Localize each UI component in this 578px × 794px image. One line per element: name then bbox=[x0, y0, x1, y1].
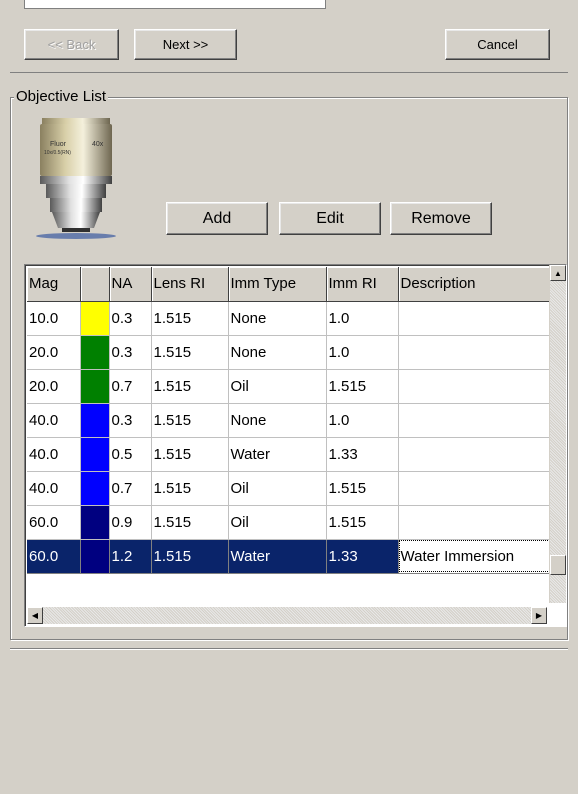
table-row[interactable]: 20.0 0.3 1.515 None 1.0 bbox=[27, 335, 554, 370]
cell-lens-ri[interactable]: 1.515 bbox=[151, 403, 229, 438]
color-swatch[interactable] bbox=[80, 471, 110, 506]
cell-lens-ri[interactable]: 1.515 bbox=[151, 335, 229, 370]
table-row[interactable]: 10.0 0.3 1.515 None 1.0 bbox=[27, 301, 554, 336]
scroll-up-icon[interactable]: ▲ bbox=[550, 265, 566, 281]
vertical-scrollbar[interactable]: ▲ bbox=[549, 265, 566, 603]
cell-description[interactable] bbox=[398, 335, 554, 370]
cell-mag[interactable]: 20.0 bbox=[27, 335, 81, 370]
objective-lens-icon: Fluor 40x 10x/0.5(RN) bbox=[36, 118, 116, 239]
table-row[interactable]: 40.0 0.5 1.515 Water 1.33 bbox=[27, 437, 554, 472]
col-header-na[interactable]: NA bbox=[109, 267, 152, 302]
cell-mag[interactable]: 60.0 bbox=[27, 539, 81, 574]
cell-mag[interactable]: 20.0 bbox=[27, 369, 81, 404]
cell-imm-ri[interactable]: 1.0 bbox=[326, 335, 399, 370]
scroll-right-icon[interactable]: ▶ bbox=[531, 607, 547, 624]
svg-text:Fluor: Fluor bbox=[50, 141, 67, 148]
horizontal-scrollbar[interactable]: ◀ ▶ bbox=[27, 607, 547, 624]
cell-imm-ri[interactable]: 1.515 bbox=[326, 369, 399, 404]
add-button[interactable]: Add bbox=[166, 202, 268, 235]
svg-text:40x: 40x bbox=[92, 141, 104, 148]
cell-lens-ri[interactable]: 1.515 bbox=[151, 539, 229, 574]
objective-table: Mag NA Lens RI Imm Type Imm RI Descripti… bbox=[27, 267, 554, 574]
col-header-color[interactable] bbox=[80, 267, 110, 302]
back-button[interactable]: << Back bbox=[24, 29, 119, 60]
cell-mag[interactable]: 40.0 bbox=[27, 437, 81, 472]
color-swatch[interactable] bbox=[80, 505, 110, 540]
cell-na[interactable]: 0.7 bbox=[109, 471, 152, 506]
cell-na[interactable]: 1.2 bbox=[109, 539, 152, 574]
cell-description[interactable]: Water Immersion bbox=[398, 539, 554, 574]
cell-mag[interactable]: 40.0 bbox=[27, 403, 81, 438]
cell-na[interactable]: 0.3 bbox=[109, 301, 152, 336]
cell-lens-ri[interactable]: 1.515 bbox=[151, 505, 229, 540]
cell-na[interactable]: 0.3 bbox=[109, 403, 152, 438]
cell-lens-ri[interactable]: 1.515 bbox=[151, 369, 229, 404]
col-header-description[interactable]: Description bbox=[398, 267, 554, 302]
cell-description[interactable] bbox=[398, 403, 554, 438]
col-header-lens-ri[interactable]: Lens RI bbox=[151, 267, 229, 302]
scroll-left-icon[interactable]: ◀ bbox=[27, 607, 43, 624]
cell-imm-ri[interactable]: 1.33 bbox=[326, 539, 399, 574]
cell-imm-type[interactable]: None bbox=[228, 335, 327, 370]
color-swatch[interactable] bbox=[80, 369, 110, 404]
table-row[interactable]: 40.0 0.3 1.515 None 1.0 bbox=[27, 403, 554, 438]
edit-button[interactable]: Edit bbox=[279, 202, 381, 235]
lower-panel bbox=[10, 648, 568, 789]
cell-na[interactable]: 0.7 bbox=[109, 369, 152, 404]
table-row[interactable]: 60.0 0.9 1.515 Oil 1.515 bbox=[27, 505, 554, 540]
cell-imm-ri[interactable]: 1.0 bbox=[326, 301, 399, 336]
top-input-field[interactable] bbox=[24, 0, 326, 9]
cell-imm-type[interactable]: Oil bbox=[228, 369, 327, 404]
cell-imm-type[interactable]: None bbox=[228, 403, 327, 438]
table-row[interactable]: 20.0 0.7 1.515 Oil 1.515 bbox=[27, 369, 554, 404]
objective-list-title: Objective List bbox=[14, 88, 109, 105]
cell-na[interactable]: 0.9 bbox=[109, 505, 152, 540]
color-swatch[interactable] bbox=[80, 301, 110, 336]
cell-imm-type[interactable]: None bbox=[228, 301, 327, 336]
cell-imm-ri[interactable]: 1.515 bbox=[326, 505, 399, 540]
cell-mag[interactable]: 40.0 bbox=[27, 471, 81, 506]
vertical-scroll-thumb[interactable] bbox=[550, 555, 566, 575]
cell-lens-ri[interactable]: 1.515 bbox=[151, 471, 229, 506]
cell-imm-type[interactable]: Water bbox=[228, 539, 327, 574]
cancel-button[interactable]: Cancel bbox=[445, 29, 550, 60]
cell-description[interactable] bbox=[398, 505, 554, 540]
svg-text:10x/0.5(RN): 10x/0.5(RN) bbox=[44, 150, 71, 156]
color-swatch[interactable] bbox=[80, 403, 110, 438]
col-header-imm-ri[interactable]: Imm RI bbox=[326, 267, 399, 302]
table-row[interactable]: 40.0 0.7 1.515 Oil 1.515 bbox=[27, 471, 554, 506]
cell-mag[interactable]: 60.0 bbox=[27, 505, 81, 540]
col-header-imm-type[interactable]: Imm Type bbox=[228, 267, 327, 302]
cell-imm-type[interactable]: Oil bbox=[228, 471, 327, 506]
remove-button[interactable]: Remove bbox=[390, 202, 492, 235]
cell-description[interactable] bbox=[398, 437, 554, 472]
next-button[interactable]: Next >> bbox=[134, 29, 237, 60]
col-header-mag[interactable]: Mag bbox=[27, 267, 81, 302]
cell-description[interactable] bbox=[398, 369, 554, 404]
cell-description[interactable] bbox=[398, 471, 554, 506]
cell-na[interactable]: 0.3 bbox=[109, 335, 152, 370]
color-swatch[interactable] bbox=[80, 539, 110, 574]
cell-lens-ri[interactable]: 1.515 bbox=[151, 437, 229, 472]
cell-description[interactable] bbox=[398, 301, 554, 336]
cell-imm-ri[interactable]: 1.0 bbox=[326, 403, 399, 438]
cell-imm-type[interactable]: Water bbox=[228, 437, 327, 472]
color-swatch[interactable] bbox=[80, 335, 110, 370]
cell-imm-type[interactable]: Oil bbox=[228, 505, 327, 540]
wizard-nav-panel: << Back Next >> Cancel bbox=[10, 14, 568, 73]
cell-imm-ri[interactable]: 1.33 bbox=[326, 437, 399, 472]
cell-mag[interactable]: 10.0 bbox=[27, 301, 81, 336]
table-row[interactable]: 60.0 1.2 1.515 Water 1.33 Water Immersion bbox=[27, 539, 554, 574]
cell-na[interactable]: 0.5 bbox=[109, 437, 152, 472]
color-swatch[interactable] bbox=[80, 437, 110, 472]
cell-lens-ri[interactable]: 1.515 bbox=[151, 301, 229, 336]
cell-imm-ri[interactable]: 1.515 bbox=[326, 471, 399, 506]
objective-grid[interactable]: Mag NA Lens RI Imm Type Imm RI Descripti… bbox=[24, 264, 567, 627]
